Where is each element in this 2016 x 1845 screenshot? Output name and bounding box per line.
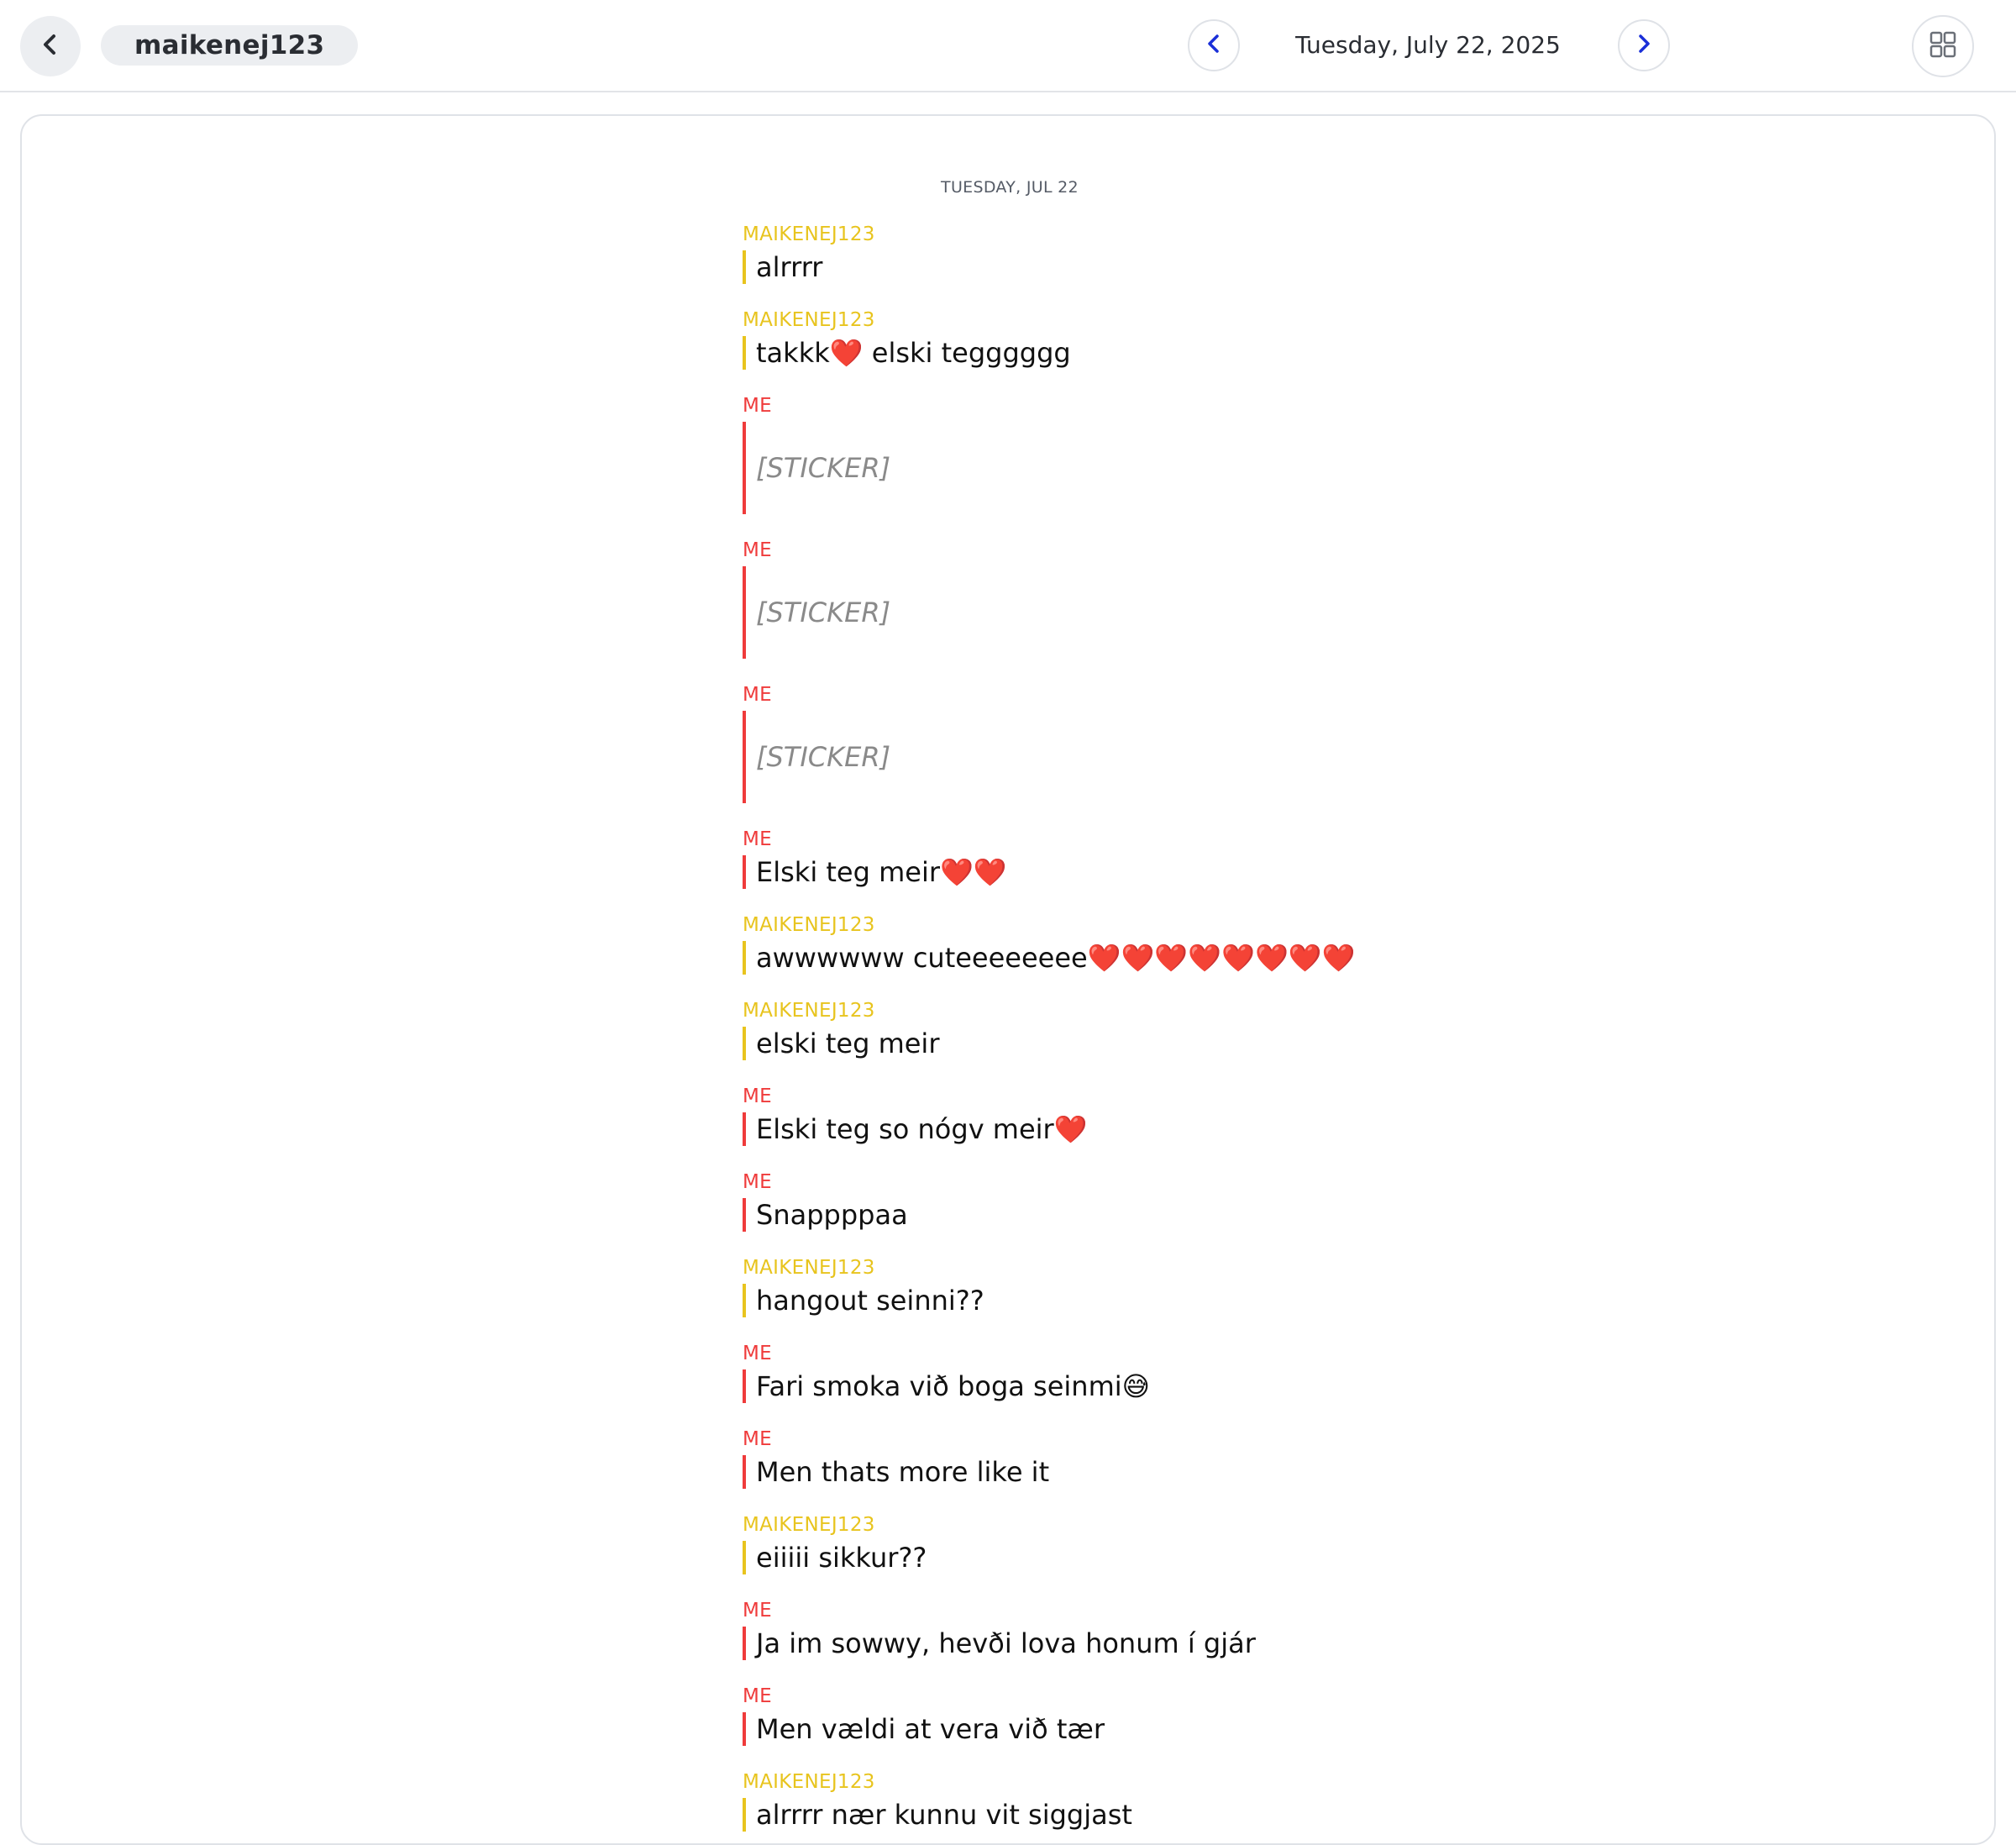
message-text: Men vældi at vera við tær — [743, 1712, 1583, 1746]
day-header: TUESDAY, JUL 22 — [941, 178, 1079, 197]
message-item: MAIKENEJ123 alrrrr — [743, 222, 1583, 284]
grid-view-button[interactable] — [1912, 15, 1974, 77]
message-sender: ME — [743, 1343, 772, 1364]
message-item: ME Fari smoka við boga seinmi😅 — [743, 1341, 1583, 1403]
message-sender: MAIKENEJ123 — [743, 309, 875, 331]
message-sender: ME — [743, 1685, 772, 1707]
message-item: MAIKENEJ123 alrrrr nær kunnu vit siggjast — [743, 1769, 1583, 1832]
message-sender: ME — [743, 1428, 772, 1450]
message-item: MAIKENEJ123 takkk❤️ elski tegggggg — [743, 308, 1583, 370]
message-text: hangout seinni?? — [743, 1284, 1583, 1317]
message-item: ME [STICKER] — [743, 682, 1583, 803]
sticker-placeholder: [STICKER] — [743, 711, 1583, 803]
message-text: Snappppaa — [743, 1198, 1583, 1232]
current-date: Tuesday, July 22, 2025 — [1295, 31, 1561, 59]
message-item: ME Elski teg so nógv meir❤️ — [743, 1084, 1583, 1146]
message-item: MAIKENEJ123 eiiiii sikkur?? — [743, 1512, 1583, 1574]
next-day-button[interactable] — [1618, 19, 1670, 71]
message-item: MAIKENEJ123 awwwwww cuteeeeeeee❤️❤️❤️❤️❤️… — [743, 912, 1583, 975]
message-text: awwwwww cuteeeeeeee❤️❤️❤️❤️❤️❤️❤️❤️ — [743, 941, 1583, 975]
message-text: Elski teg meir❤️❤️ — [743, 855, 1583, 889]
message-item: ME [STICKER] — [743, 393, 1583, 514]
message-sender: ME — [743, 1171, 772, 1193]
message-text: alrrrr — [743, 250, 1583, 284]
message-text: takkk❤️ elski tegggggg — [743, 336, 1583, 370]
chevron-left-icon — [38, 32, 63, 60]
sticker-placeholder: [STICKER] — [743, 566, 1583, 659]
message-item: ME Snappppaa — [743, 1170, 1583, 1232]
message-item: ME Men thats more like it — [743, 1427, 1583, 1489]
message-list: MAIKENEJ123 alrrrr MAIKENEJ123 takkk❤️ elsk… — [743, 222, 1583, 1843]
message-text: alrrrr nær kunnu vit siggjast — [743, 1798, 1583, 1832]
message-sender: ME — [743, 395, 772, 417]
message-text: Fari smoka við boga seinmi😅 — [743, 1369, 1583, 1403]
previous-day-button[interactable] — [1188, 19, 1240, 71]
message-sender: ME — [743, 684, 772, 706]
message-sender: ME — [743, 1600, 772, 1622]
message-item: ME [STICKER] — [743, 538, 1583, 659]
conversation-username[interactable]: maikenej123 — [101, 25, 359, 66]
message-item: MAIKENEJ123 elski teg meir — [743, 998, 1583, 1060]
message-text: eiiiii sikkur?? — [743, 1541, 1583, 1574]
message-text: Men thats more like it — [743, 1455, 1583, 1489]
message-text: Ja im sowwy, hevði lova honum í gjár — [743, 1627, 1583, 1660]
message-sender: MAIKENEJ123 — [743, 1514, 875, 1536]
message-sender: ME — [743, 828, 772, 850]
grid-icon — [1929, 30, 1957, 62]
conversation-panel[interactable]: TUESDAY, JUL 22 MAIKENEJ123 alrrrr MAIKENE… — [20, 114, 1996, 1845]
chevron-right-icon — [1632, 32, 1656, 59]
message-item: MAIKENEJ123 hangout seinni?? — [743, 1255, 1583, 1317]
message-text: elski teg meir — [743, 1027, 1583, 1060]
message-sender: MAIKENEJ123 — [743, 914, 875, 936]
message-item: ME Elski teg meir❤️❤️ — [743, 827, 1583, 889]
message-sender: MAIKENEJ123 — [743, 223, 875, 245]
back-button[interactable] — [20, 16, 81, 76]
message-sender: MAIKENEJ123 — [743, 1257, 875, 1279]
message-text: Elski teg so nógv meir❤️ — [743, 1112, 1583, 1146]
sticker-placeholder: [STICKER] — [743, 422, 1583, 514]
message-item: ME Men vældi at vera við tær — [743, 1684, 1583, 1746]
message-sender: ME — [743, 539, 772, 561]
message-sender: MAIKENEJ123 — [743, 1000, 875, 1022]
message-sender: ME — [743, 1085, 772, 1107]
top-bar: maikenej123 Tuesday, July 22, 2025 — [0, 0, 2016, 92]
message-item: ME Ja im sowwy, hevði lova honum í gjár — [743, 1598, 1583, 1660]
chevron-left-icon — [1202, 32, 1226, 59]
